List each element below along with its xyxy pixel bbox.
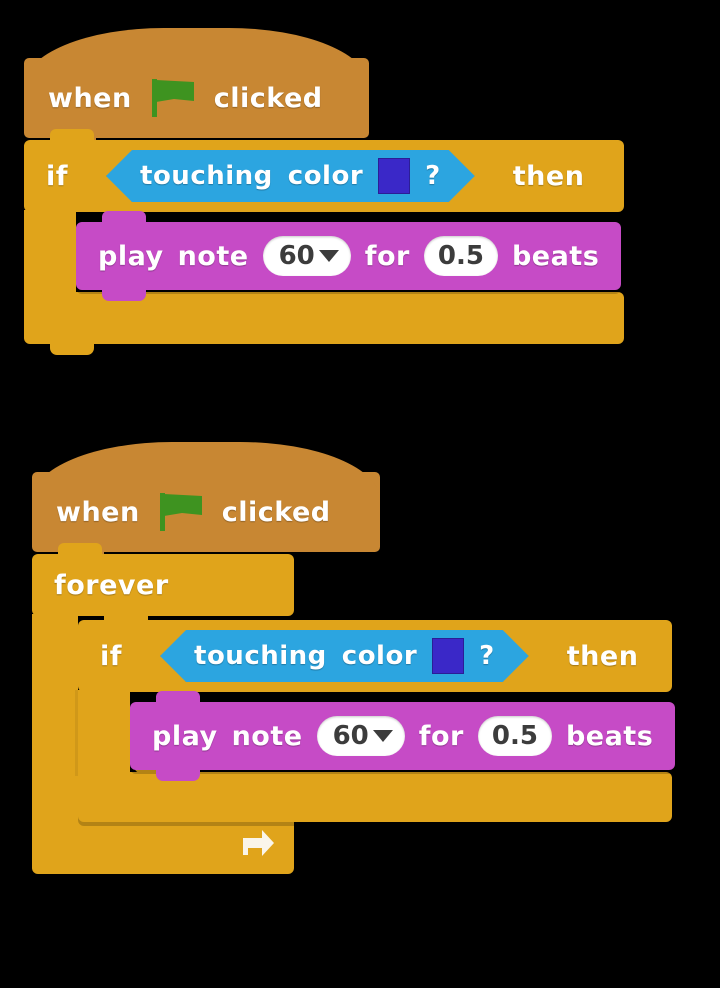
beats-value: 0.5	[437, 241, 484, 271]
question-mark-label: ?	[479, 641, 495, 671]
then-label: then	[512, 160, 585, 192]
note-value: 60	[278, 241, 315, 271]
beats-label: beats	[565, 720, 654, 752]
when-green-flag-clicked-hat-block-2[interactable]: when clicked	[32, 442, 380, 563]
for-label: for	[418, 720, 464, 752]
touching-color-boolean-2[interactable]: touching color ?	[160, 630, 529, 682]
clicked-label: clicked	[221, 496, 331, 528]
beats-label: beats	[511, 240, 600, 272]
note-label: note	[177, 240, 249, 272]
forever-footer[interactable]	[32, 805, 294, 874]
then-label: then	[566, 640, 639, 672]
when-green-flag-clicked-hat-block-1[interactable]: when clicked	[24, 28, 369, 149]
note-value-dropdown-2[interactable]: 60	[316, 716, 405, 756]
play-note-block-2[interactable]: play note 60 for 0.5 beats	[130, 691, 676, 781]
chevron-down-icon	[318, 250, 339, 262]
touching-label: touching	[194, 641, 327, 671]
when-label: when	[56, 496, 140, 528]
if-then-header-2[interactable]: if touching color ? then	[78, 609, 672, 692]
color-label: color	[341, 641, 418, 671]
chevron-down-icon	[372, 730, 393, 742]
clicked-label: clicked	[213, 82, 323, 114]
touching-color-boolean-1[interactable]: touching color ?	[106, 150, 475, 202]
if-label: if	[46, 160, 69, 192]
play-note-block-1[interactable]: play note 60 for 0.5 beats	[76, 211, 622, 301]
color-label: color	[287, 161, 364, 191]
beats-value-input-2[interactable]: 0.5	[477, 716, 552, 756]
if-label: if	[100, 640, 123, 672]
for-label: for	[364, 240, 410, 272]
color-swatch-picker-1[interactable]	[378, 158, 410, 194]
if-then-header-1[interactable]: if touching color ? then	[24, 129, 624, 212]
scratch-script-canvas: when clicked if touching color ? then pl…	[0, 0, 720, 988]
if-footer-bottom-tab-1	[50, 343, 94, 355]
note-label: note	[231, 720, 303, 752]
question-mark-label: ?	[425, 161, 441, 191]
play-label: play	[98, 240, 164, 272]
green-flag-icon	[158, 492, 204, 532]
color-swatch-picker-2[interactable]	[432, 638, 464, 674]
beats-value: 0.5	[491, 721, 538, 751]
when-label: when	[48, 82, 132, 114]
note-value: 60	[332, 721, 369, 751]
note-value-dropdown-1[interactable]: 60	[262, 236, 351, 276]
forever-label: forever	[54, 569, 169, 601]
if-block-left-spine-1	[24, 210, 76, 296]
green-flag-icon	[150, 78, 196, 118]
forever-header[interactable]: forever	[32, 543, 294, 616]
if-block-left-spine-2	[78, 690, 130, 776]
forever-left-spine	[32, 614, 78, 820]
beats-value-input-1[interactable]: 0.5	[423, 236, 498, 276]
play-label: play	[152, 720, 218, 752]
touching-label: touching	[140, 161, 273, 191]
loop-arrow-icon	[240, 826, 276, 864]
